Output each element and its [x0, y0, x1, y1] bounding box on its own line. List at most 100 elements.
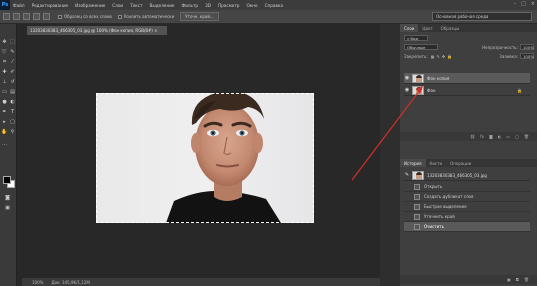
clone-stamp-tool-icon[interactable]: ⊥	[1, 78, 8, 85]
brush-tool-icon[interactable]: ✐	[9, 68, 16, 75]
menu-select[interactable]: Выделение	[150, 3, 175, 8]
quick-selection-tool-icon[interactable]: ✎	[9, 48, 16, 55]
opacity-input[interactable]: 100%	[520, 44, 534, 50]
history-item-open[interactable]: Открыть	[404, 182, 530, 192]
blur-tool-icon[interactable]: ●	[1, 98, 8, 105]
tab-color[interactable]: Цвет	[418, 24, 436, 32]
lock-icons[interactable]: ▦✎✥🔒	[431, 54, 454, 59]
history-step-icon	[414, 213, 420, 220]
hand-tool-icon[interactable]: ✋	[1, 128, 8, 135]
menu-view[interactable]: Просмотр	[218, 3, 240, 8]
eye-icon[interactable]: ◉	[404, 87, 410, 93]
document-tab[interactable]: 13203830383_466305_03.jpg @ 100% (Фон ко…	[27, 26, 167, 35]
subtract-selection-icon[interactable]	[33, 13, 40, 20]
history-item-label: Создать дубликат слоя	[424, 194, 474, 199]
menu-3d[interactable]: 3D	[205, 3, 211, 8]
delete-layer-icon[interactable]: 🗑	[524, 134, 529, 139]
dodge-tool-icon[interactable]: ◐	[9, 98, 16, 105]
path-selection-tool-icon[interactable]: ▸	[1, 118, 8, 125]
fill-input[interactable]: 100%	[520, 53, 534, 59]
tab-swatches[interactable]: Образцы	[437, 24, 464, 32]
history-item-duplicate-layer[interactable]: Создать дубликат слоя	[404, 192, 530, 202]
eye-icon[interactable]: ◉	[404, 75, 410, 81]
history-brush-tool-icon[interactable]: ↺	[9, 78, 16, 85]
history-step-icon	[414, 183, 420, 190]
layer-kind-label: Вид	[410, 35, 419, 41]
delete-state-icon[interactable]: 🗑	[524, 277, 529, 282]
photoshop-logo: Ps	[0, 0, 10, 10]
healing-brush-tool-icon[interactable]: ✚	[1, 68, 8, 75]
quick-selection-tool-icon[interactable]	[3, 13, 10, 20]
sample-all-layers-checkbox[interactable]: Образец со всех слоев	[58, 14, 112, 19]
history-step-icon	[414, 193, 420, 200]
layers-panel-tabs: Слои Цвет Образцы	[400, 24, 537, 32]
new-group-icon[interactable]: ▭	[506, 134, 510, 139]
layer-row-background-copy[interactable]: ◉ Фон копия	[404, 73, 530, 84]
layer-name[interactable]: Фон	[427, 88, 436, 93]
blend-mode-select[interactable]: Обычные	[404, 44, 438, 50]
history-item-refine-edge[interactable]: Уточнить край	[404, 212, 530, 222]
layer-style-icon[interactable]: fx	[480, 134, 484, 139]
menu-file[interactable]: Файл	[13, 3, 25, 8]
workspace-select[interactable]: Основная рабочая среда	[432, 12, 532, 21]
maximize-icon[interactable]: □	[521, 1, 526, 7]
new-document-from-state-icon[interactable]: ▣	[507, 277, 511, 282]
history-snapshot[interactable]: ✎ 13203830383_466305_03.jpg	[404, 170, 530, 181]
crop-tool-icon[interactable]: ⌗	[1, 58, 8, 65]
edit-toolbar-icon[interactable]: …	[1, 140, 8, 147]
screen-mode-icon[interactable]: ▣	[4, 204, 11, 211]
zoom-tool-icon[interactable]: ⚲	[9, 128, 16, 135]
layer-row-background[interactable]: ◉ Фон 🔒	[404, 85, 530, 96]
history-item-quick-selection[interactable]: Быстрое выделение	[404, 202, 530, 212]
pen-tool-icon[interactable]: ✒	[1, 108, 8, 115]
history-panel-tabs: История Кисти Операции	[400, 159, 537, 167]
tab-layers[interactable]: Слои	[400, 24, 419, 32]
layer-kind-filter[interactable]: ⌕ Вид	[404, 35, 428, 41]
snapshot-camera-icon[interactable]: ◘	[516, 277, 519, 282]
gradient-tool-icon[interactable]: ▤	[9, 88, 16, 95]
auto-enhance-checkbox[interactable]: Усилить автоматически	[117, 14, 175, 19]
rectangle-tool-icon[interactable]: ▢	[9, 118, 16, 125]
menu-layers[interactable]: Слои	[112, 3, 123, 8]
minimize-icon[interactable]: –	[514, 1, 517, 7]
adjustment-layer-icon[interactable]: ◐	[498, 134, 502, 139]
history-brush-source-icon[interactable]: ✎	[404, 172, 410, 178]
right-ear	[253, 133, 263, 153]
menu-type[interactable]: Текст	[130, 3, 142, 8]
lasso-tool-icon[interactable]: ➰	[1, 48, 8, 55]
new-selection-icon[interactable]	[13, 13, 20, 20]
add-mask-icon[interactable]: ◙	[489, 134, 493, 139]
tab-brushes[interactable]: Кисти	[426, 159, 447, 167]
history-item-clear[interactable]: Очистить	[404, 222, 530, 232]
type-tool-icon[interactable]: T	[9, 108, 16, 115]
menu-help[interactable]: Справка	[265, 3, 283, 8]
history-step-icon	[414, 223, 420, 230]
auto-enhance-label: Усилить автоматически	[123, 14, 175, 19]
close-icon[interactable]: ×	[531, 1, 535, 7]
menu-window[interactable]: Окно	[246, 3, 257, 8]
new-layer-icon[interactable]: ▢	[515, 134, 519, 139]
eraser-tool-icon[interactable]: ▭	[1, 88, 8, 95]
lock-fill-row: Закрепить: ▦✎✥🔒 Заливка: 100%	[404, 53, 534, 59]
menu-edit[interactable]: Редактирование	[32, 3, 69, 8]
link-layers-icon[interactable]: ⛓	[470, 134, 475, 139]
snapshot-thumbnail	[412, 170, 424, 180]
add-to-selection-icon[interactable]	[23, 13, 30, 20]
brush-size-icon[interactable]	[43, 13, 50, 20]
marquee-tool-icon[interactable]: ⬚	[9, 38, 16, 45]
foreground-color-swatch[interactable]	[3, 176, 11, 184]
move-tool-icon[interactable]: ✥	[1, 38, 8, 45]
menu-image[interactable]: Изображение	[75, 3, 105, 8]
quick-mask-icon[interactable]: ◙	[4, 194, 11, 201]
tab-history[interactable]: История	[400, 159, 426, 167]
zoom-level[interactable]: 100%	[32, 280, 43, 286]
tab-actions[interactable]: Операции	[446, 159, 475, 167]
checkbox-box[interactable]	[58, 14, 62, 19]
checkbox-box[interactable]	[117, 14, 122, 19]
eyedropper-tool-icon[interactable]: ⁄	[9, 58, 16, 65]
snapshot-name[interactable]: 13203830383_466305_03.jpg	[427, 173, 487, 178]
refine-edge-button[interactable]: Уточн. край...	[180, 12, 219, 21]
blend-opacity-row: Обычные Непрозрачность: 100%	[404, 44, 534, 50]
menu-filter[interactable]: Фильтр	[182, 3, 199, 8]
layer-name[interactable]: Фон копия	[427, 76, 449, 81]
